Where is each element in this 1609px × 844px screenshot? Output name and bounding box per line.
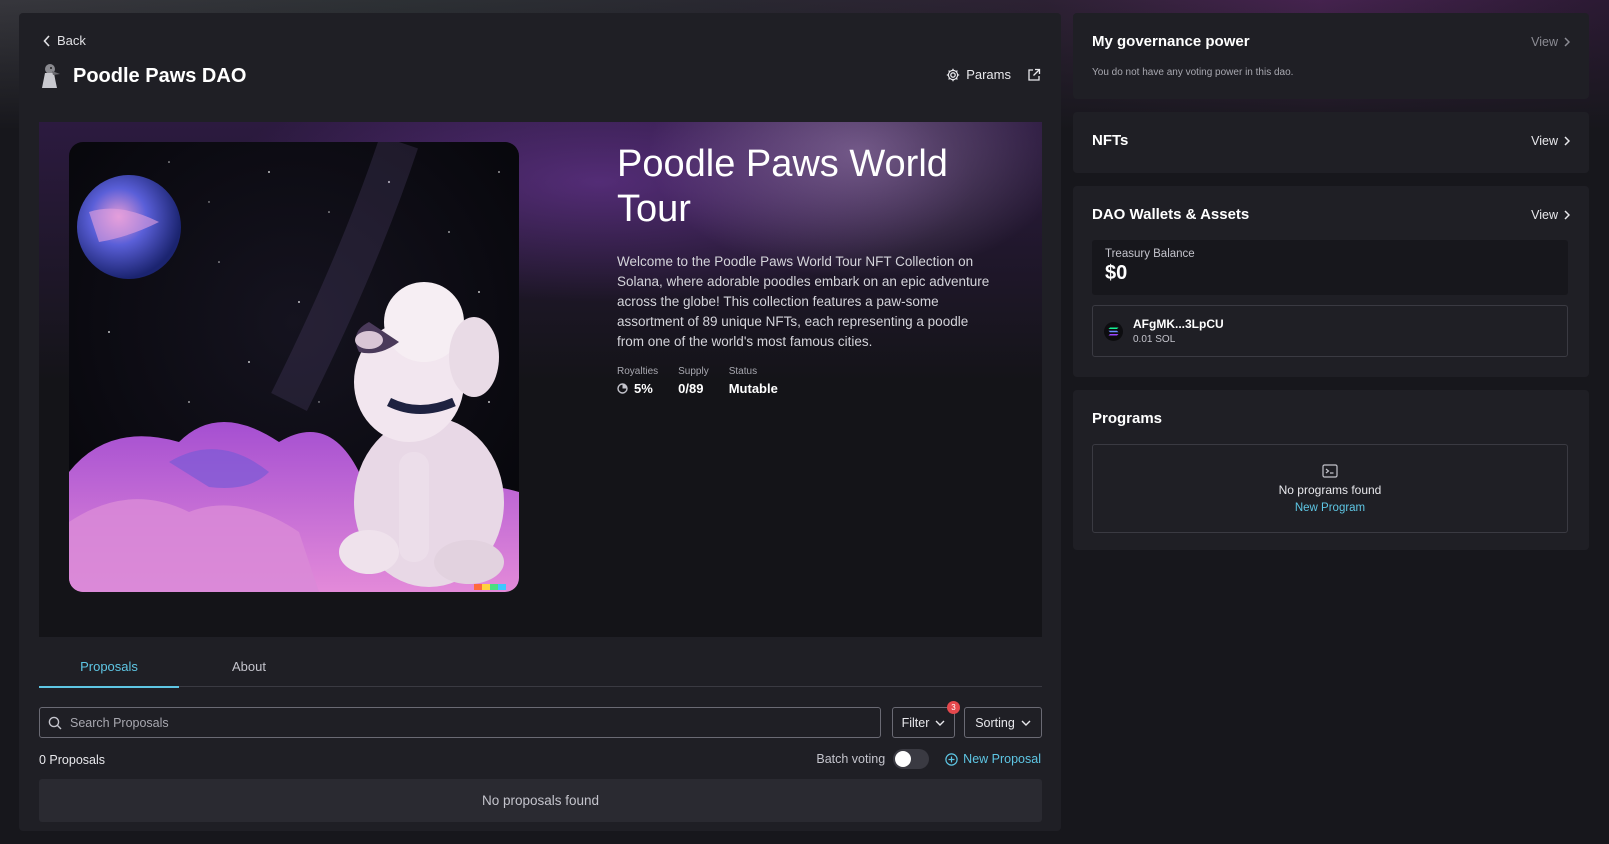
chevron-right-icon [1564,135,1570,146]
proposal-count: 0 Proposals [39,753,106,767]
collection-info: Poodle Paws World Tour Welcome to the Po… [617,142,997,396]
batch-voting-label: Batch voting [816,752,886,766]
filter-count-badge: 3 [947,701,960,714]
treasury-label: Treasury Balance [1105,248,1195,260]
search-input[interactable] [70,715,830,730]
tab-about[interactable]: About [179,659,319,674]
wallet-info: AFgMK...3LpCU 0.01 SOL [1133,317,1224,345]
status-value: Mutable [728,381,778,396]
card-title: DAO Wallets & Assets [1092,206,1250,223]
toggle-knob [895,751,912,767]
card-header: NFTs View [1092,132,1570,149]
programs-card: Programs No programs found New Program [1073,390,1589,550]
card-header: My governance power View [1092,33,1570,50]
stat-royalties: Royalties 5% [617,366,658,396]
wallet-row[interactable]: AFgMK...3LpCU 0.01 SOL [1092,305,1568,357]
sorting-label: Sorting [975,715,1015,730]
royalties-value: 5% [634,381,653,396]
dao-wallets-card: DAO Wallets & Assets View Treasury Balan… [1073,186,1589,377]
no-programs-message: No programs found [1278,482,1382,497]
governance-view-link[interactable]: View [1531,35,1570,49]
tab-proposals[interactable]: Proposals [39,659,179,688]
stat-label: Royalties [617,366,659,377]
governance-power-card: My governance power View You do not have… [1073,13,1589,99]
new-proposal-label: New Proposal [963,752,1041,766]
dao-header: Poodle Paws DAO [39,63,246,89]
gear-icon [947,68,960,81]
new-program-link[interactable]: New Program [1295,502,1365,514]
card-title: My governance power [1092,33,1250,50]
chevron-down-icon [935,720,945,726]
plus-circle-icon [945,752,958,766]
sorting-button[interactable]: Sorting [964,707,1042,738]
batch-voting-toggle[interactable] [893,749,930,769]
params-label: Params [966,67,1011,82]
solana-icon [1104,321,1123,341]
nft-collection-image [69,142,519,592]
search-proposals-field [39,707,881,738]
filter-button[interactable]: Filter 3 [892,701,960,738]
batch-voting-row: Batch voting New Proposal [816,749,1041,769]
external-link-button[interactable] [1027,68,1041,82]
chevron-right-icon [1564,36,1570,47]
tab-bar: Proposals About [39,649,1042,688]
collection-hero: Poodle Paws World Tour Welcome to the Po… [39,122,1042,637]
chevron-down-icon [1021,720,1031,726]
header-actions: Params [946,67,1041,82]
wallet-balance: 0.01 SOL [1133,334,1176,345]
page-title: Poodle Paws DAO [73,64,247,87]
params-button[interactable]: Params [946,67,1011,82]
chevron-left-icon [43,34,50,47]
stat-label: Status [728,366,758,377]
pie-icon [617,383,628,394]
card-header: Programs [1092,410,1570,427]
view-label: View [1531,133,1558,148]
stat-value: 5% [617,381,658,396]
stat-label: Supply [678,366,709,377]
stat-supply: Supply 0/89 [678,366,709,396]
chevron-right-icon [1564,209,1570,220]
card-title: NFTs [1092,132,1129,149]
supply-value: 0/89 [678,381,704,396]
collection-stats: Royalties 5% Supply 0/89 Status Mutable [617,366,997,396]
programs-empty-state: No programs found New Program [1092,444,1568,533]
terminal-icon [1322,463,1338,478]
new-proposal-button[interactable]: New Proposal [945,752,1041,766]
back-button[interactable]: Back [43,33,86,48]
nfts-card: NFTs View [1073,112,1589,173]
card-title: Programs [1092,410,1163,427]
collection-title: Poodle Paws World Tour [617,143,948,230]
back-label: Back [57,33,86,48]
search-icon [48,716,62,729]
treasury-balance: Treasury Balance $0 [1092,240,1568,295]
view-label: View [1531,207,1558,222]
governance-note: You do not have any voting power in this… [1092,67,1294,78]
view-label: View [1531,34,1558,49]
dao-avatar [42,64,60,88]
card-header: DAO Wallets & Assets View [1092,206,1570,223]
filter-label: Filter [901,715,930,730]
wallets-view-link[interactable]: View [1531,208,1570,222]
nfts-view-link[interactable]: View [1531,134,1570,148]
treasury-value: $0 [1105,262,1128,284]
stat-status: Status Mutable [729,366,778,396]
main-panel: Back Poodle Paws DAO Params Poodle Paws … [19,13,1061,831]
wallet-address: AFgMK...3LpCU [1133,317,1224,331]
empty-proposals-message: No proposals found [39,779,1042,822]
collection-description: Welcome to the Poodle Paws World Tour NF… [617,254,990,349]
external-link-icon [1028,68,1041,81]
